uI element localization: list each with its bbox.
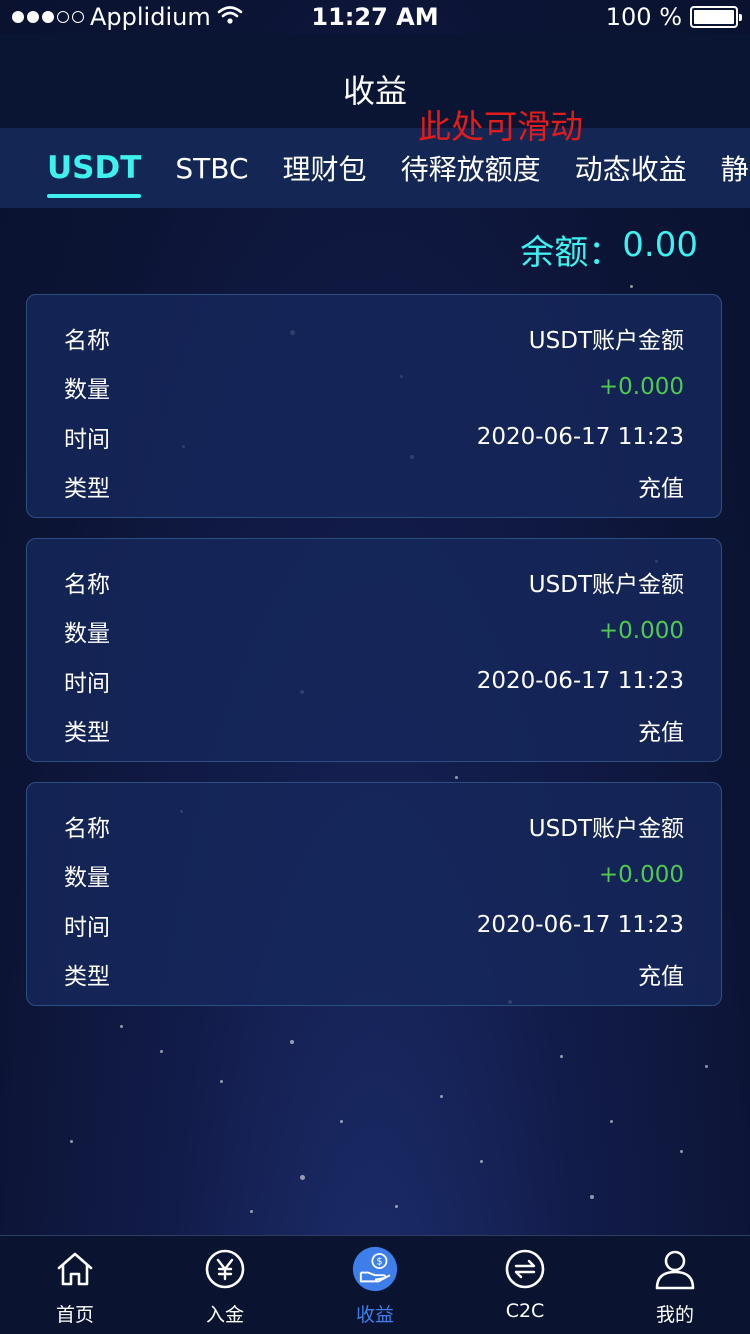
exchange-icon xyxy=(502,1246,548,1292)
tabbar-label: 入金 xyxy=(205,1304,244,1326)
home-icon xyxy=(52,1246,98,1292)
balance-label: 余额： xyxy=(520,233,623,273)
bottom-tab-bar: 首页 入金 $ 收益 C2C 我的 xyxy=(0,1235,750,1334)
tabbar-label: 首页 xyxy=(55,1304,94,1326)
time-label: 时间 xyxy=(64,426,110,453)
tabbar-label: C2C xyxy=(505,1300,545,1322)
record-amount-row: 数量 +0.000 xyxy=(64,363,684,413)
time-value: 2020-06-17 11:23 xyxy=(476,667,684,694)
record-time-row: 时间 2020-06-17 11:23 xyxy=(64,900,684,950)
record-amount-row: 数量 +0.000 xyxy=(64,851,684,901)
amount-label: 数量 xyxy=(64,621,110,648)
time-label: 时间 xyxy=(64,670,110,697)
record-time-row: 时间 2020-06-17 11:23 xyxy=(64,412,684,462)
page-title: 收益 xyxy=(342,72,407,110)
user-icon xyxy=(652,1246,698,1292)
income-hand-icon: $ xyxy=(352,1246,398,1292)
amount-value: +0.000 xyxy=(598,618,684,645)
tabbar-label: 我的 xyxy=(655,1304,694,1326)
wifi-icon xyxy=(217,3,243,31)
name-value: USDT账户金额 xyxy=(528,571,684,598)
tab-dynamic-income[interactable]: 动态收益 xyxy=(575,128,687,208)
amount-label: 数量 xyxy=(64,865,110,892)
type-label: 类型 xyxy=(64,476,110,503)
tabbar-c2c[interactable]: C2C xyxy=(450,1236,600,1334)
tabbar-label: 收益 xyxy=(355,1304,394,1326)
status-right: 100 % xyxy=(605,3,742,31)
battery-icon xyxy=(690,6,742,28)
type-label: 类型 xyxy=(64,964,110,991)
status-bar: Applidium 11:27 AM 100 % xyxy=(0,0,750,34)
type-label: 类型 xyxy=(64,720,110,747)
name-label: 名称 xyxy=(64,327,110,354)
signal-strength-icon xyxy=(12,11,84,23)
balance-display: 余额： 0.00 xyxy=(520,225,698,274)
record-type-row: 类型 充值 xyxy=(64,706,684,756)
record-amount-row: 数量 +0.000 xyxy=(64,607,684,657)
category-tabs[interactable]: USDT STBC 理财包 待释放额度 动态收益 静态收益 xyxy=(0,128,750,208)
record-type-row: 类型 充值 xyxy=(64,950,684,1000)
record-name-row: 名称 USDT账户金额 xyxy=(64,801,684,851)
type-value: 充值 xyxy=(638,964,684,991)
carrier-name: Applidium xyxy=(90,3,211,31)
amount-value: +0.000 xyxy=(598,374,684,401)
yen-circle-icon xyxy=(202,1246,248,1292)
record-card: 名称 USDT账户金额 数量 +0.000 时间 2020-06-17 11:2… xyxy=(26,538,722,762)
tab-wealth-package[interactable]: 理财包 xyxy=(283,128,367,208)
tabbar-income[interactable]: $ 收益 xyxy=(300,1236,450,1334)
record-card: 名称 USDT账户金额 数量 +0.000 时间 2020-06-17 11:2… xyxy=(26,782,722,1006)
type-value: 充值 xyxy=(638,720,684,747)
tabbar-deposit[interactable]: 入金 xyxy=(150,1236,300,1334)
record-name-row: 名称 USDT账户金额 xyxy=(64,313,684,363)
name-value: USDT账户金额 xyxy=(528,815,684,842)
tabbar-profile[interactable]: 我的 xyxy=(600,1236,750,1334)
amount-label: 数量 xyxy=(64,377,110,404)
name-label: 名称 xyxy=(64,571,110,598)
tab-static-income[interactable]: 静态收益 xyxy=(721,128,750,208)
record-card: 名称 USDT账户金额 数量 +0.000 时间 2020-06-17 11:2… xyxy=(26,294,722,518)
tab-usdt[interactable]: USDT xyxy=(47,128,142,208)
time-label: 时间 xyxy=(64,914,110,941)
type-value: 充值 xyxy=(638,476,684,503)
record-name-row: 名称 USDT账户金额 xyxy=(64,557,684,607)
amount-value: +0.000 xyxy=(598,862,684,889)
scroll-hint-text: 此处可滑动 xyxy=(418,107,583,146)
balance-value: 0.00 xyxy=(622,225,698,265)
time-value: 2020-06-17 11:23 xyxy=(476,911,684,938)
time-value: 2020-06-17 11:23 xyxy=(476,423,684,450)
name-value: USDT账户金额 xyxy=(528,327,684,354)
record-type-row: 类型 充值 xyxy=(64,462,684,512)
svg-text:$: $ xyxy=(376,1257,382,1268)
record-time-row: 时间 2020-06-17 11:23 xyxy=(64,656,684,706)
status-left: Applidium xyxy=(12,3,243,31)
tab-stbc[interactable]: STBC xyxy=(175,128,248,208)
nav-header: 收益 xyxy=(0,34,750,128)
tabbar-home[interactable]: 首页 xyxy=(0,1236,150,1334)
name-label: 名称 xyxy=(64,815,110,842)
battery-percent: 100 % xyxy=(605,3,682,31)
